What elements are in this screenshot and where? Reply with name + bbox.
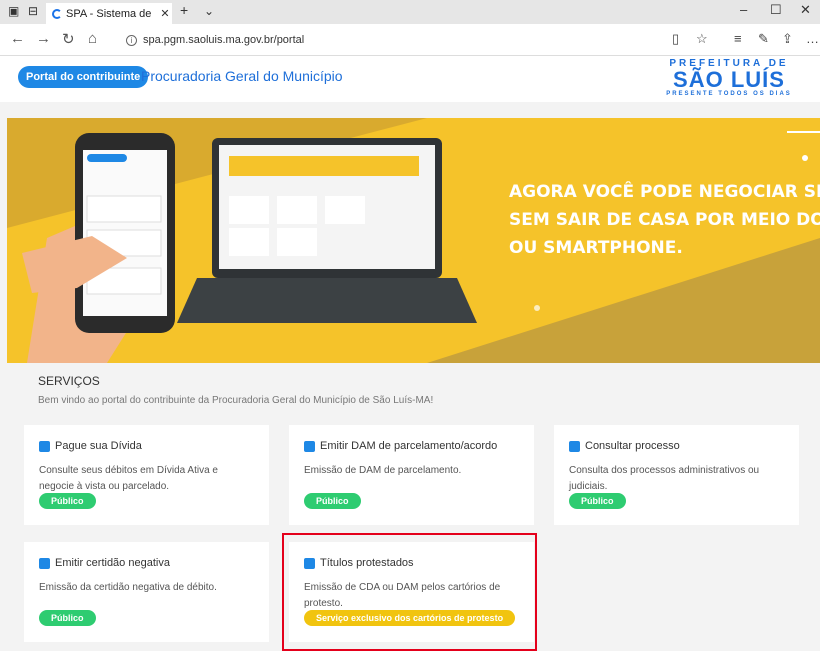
hero-headline: AGORA VOCÊ PODE NEGOCIAR SEUS DÉBITO SEM… (509, 182, 820, 258)
tab-bar: ▣ ⊟ SPA - Sistema de Proce: ✕ + ⌄ – ☐ ✕ (0, 0, 820, 24)
card-description: Emissão da certidão negativa de débito. (39, 582, 217, 593)
favorite-star-icon[interactable]: ☆ (696, 31, 708, 47)
check-icon (39, 557, 50, 569)
document-icon (569, 440, 580, 452)
pen-icon[interactable]: ✎ (758, 31, 769, 47)
new-tab-icon[interactable]: + (180, 2, 188, 18)
close-window-icon[interactable]: ✕ (800, 2, 811, 18)
card-title: Consultar processo (585, 440, 680, 452)
info-icon[interactable]: i (126, 34, 137, 46)
refresh-icon[interactable]: ↻ (62, 30, 75, 48)
favorites-list-icon[interactable]: ≡ (734, 31, 742, 46)
highlight-box (282, 533, 537, 651)
more-icon[interactable]: … (806, 31, 819, 46)
page-title: Procuradoria Geral do Município (141, 68, 343, 84)
money-icon (39, 440, 50, 452)
site-favicon-icon (52, 8, 62, 19)
site-header: Portal do contribuinte Procuradoria Gera… (0, 56, 820, 102)
hero-banner: AGORA VOCÊ PODE NEGOCIAR SEUS DÉBITO SEM… (7, 118, 820, 363)
maximize-icon[interactable]: ☐ (770, 2, 782, 18)
share-icon[interactable]: ⇪ (782, 31, 793, 47)
card-title: Emitir DAM de parcelamento/acordo (320, 440, 498, 452)
tab-title: SPA - Sistema de Proce: (66, 7, 154, 20)
public-badge[interactable]: Público (39, 610, 96, 626)
service-card-pague-divida[interactable]: Pague sua Dívida Consulte seus débitos e… (24, 425, 269, 525)
card-description: Consulte seus débitos em Dívida Ativa e … (39, 465, 218, 492)
tab-list-icon[interactable]: ⊟ (28, 4, 38, 18)
public-badge[interactable]: Público (569, 493, 626, 509)
url-field[interactable]: i spa.pgm.saoluis.ma.gov.br/portal (126, 29, 666, 51)
reading-view-icon[interactable]: ▯ (672, 31, 679, 47)
close-tab-icon[interactable]: ✕ (158, 7, 172, 20)
portal-contribuinte-link[interactable]: Portal do contribuinte (18, 66, 149, 88)
minimize-icon[interactable]: – (740, 2, 747, 17)
public-badge[interactable]: Público (39, 493, 96, 509)
card-description: Emissão de DAM de parcelamento. (304, 465, 462, 476)
card-title: Pague sua Dívida (55, 440, 142, 452)
services-heading: SERVIÇOS (38, 374, 100, 388)
public-badge[interactable]: Público (304, 493, 361, 509)
chevron-down-icon[interactable]: ⌄ (204, 4, 214, 18)
forward-icon[interactable]: → (36, 30, 51, 47)
service-card-emitir-dam[interactable]: Emitir DAM de parcelamento/acordo Emissã… (289, 425, 534, 525)
tab-actions-icon[interactable]: ▣ (8, 4, 19, 18)
card-description: Consulta dos processos administrativos o… (569, 465, 760, 492)
card-title: Emitir certidão negativa (55, 557, 170, 569)
prefeitura-logo: PREFEITURA DE SÃO LUÍS PRESENTE TODOS OS… (666, 58, 792, 97)
service-card-consultar-processo[interactable]: Consultar processo Consulta dos processo… (554, 425, 799, 525)
service-card-certidao-negativa[interactable]: Emitir certidão negativa Emissão da cert… (24, 542, 269, 642)
url-text: spa.pgm.saoluis.ma.gov.br/portal (143, 34, 305, 46)
back-icon[interactable]: ← (10, 30, 25, 47)
services-subtitle: Bem vindo ao portal do contribuinte da P… (38, 395, 434, 406)
address-bar-row: ← → ↻ ⌂ i spa.pgm.saoluis.ma.gov.br/port… (0, 24, 820, 56)
print-icon (304, 440, 315, 452)
home-icon[interactable]: ⌂ (88, 30, 97, 47)
browser-tab[interactable]: SPA - Sistema de Proce: ✕ (46, 3, 172, 24)
